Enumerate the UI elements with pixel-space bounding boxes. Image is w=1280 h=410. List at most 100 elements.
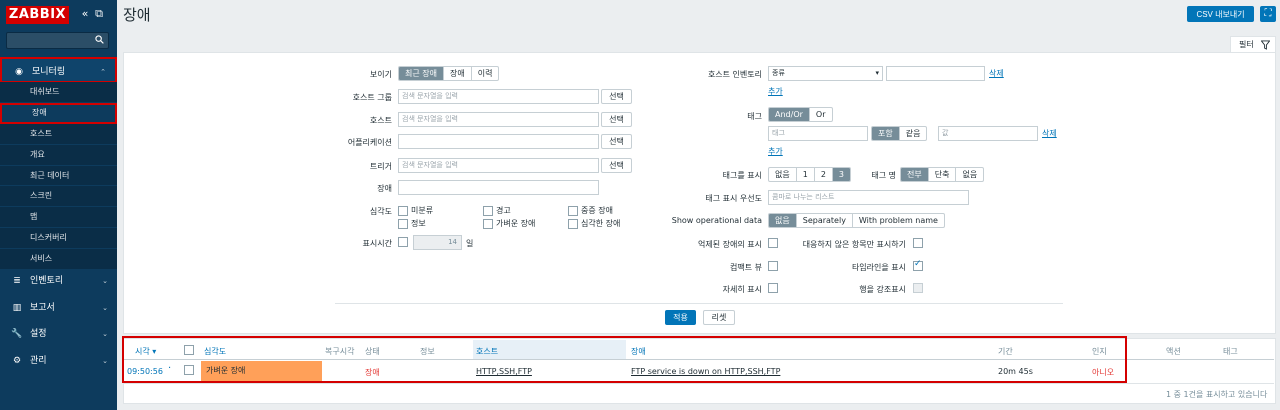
unack-checkbox[interactable] <box>913 238 923 248</box>
nav-reports[interactable]: ▥ 보고서 ⌄ <box>0 295 117 321</box>
nav-label: 인벤토리 <box>30 276 64 286</box>
severity-checkbox-high[interactable] <box>568 206 578 216</box>
tag-priority-input[interactable]: 콤마로 나누는 리스트 <box>768 190 969 205</box>
op-data-separately[interactable]: Separately <box>797 214 853 227</box>
submenu-screens[interactable]: 스크린 <box>0 186 117 208</box>
submenu-discovery[interactable]: 디스커버리 <box>0 228 117 250</box>
table-footer: 1 중 1건을 표시하고 있습니다 <box>1166 390 1268 399</box>
show-tags-none[interactable]: 없음 <box>769 168 797 181</box>
problem-label: 장애 <box>377 184 392 193</box>
problem-input[interactable] <box>398 180 599 195</box>
age-checkbox[interactable] <box>398 237 408 247</box>
age-days-input[interactable]: 14 <box>413 235 462 250</box>
nav-label: 보고서 <box>30 303 55 313</box>
gear-icon: ⚙ <box>12 356 22 366</box>
show-option-problems[interactable]: 장애 <box>444 67 472 80</box>
host-group-select-button[interactable]: 선택 <box>601 89 632 104</box>
submenu-dashboard[interactable]: 대쉬보드 <box>0 82 117 103</box>
nav-monitoring[interactable]: ◉ 모니터링 ⌃ <box>0 57 117 83</box>
submenu-latest-data[interactable]: 최근 데이터 <box>0 166 117 187</box>
filter-tab-label: 필터 <box>1239 40 1254 49</box>
submenu-overview[interactable]: 개요 <box>0 145 117 166</box>
compact-checkbox[interactable] <box>768 261 778 271</box>
tag-name-label: 태그 명 <box>871 171 896 180</box>
page-title: 장애 <box>123 6 151 24</box>
tag-name-short[interactable]: 단축 <box>929 168 957 181</box>
monitoring-submenu: 대쉬보드 장애 호스트 개요 최근 데이터 스크린 맵 디스커버리 서비스 <box>0 82 117 271</box>
severity-checkbox-average[interactable] <box>483 219 493 229</box>
highlight-checkbox[interactable] <box>913 283 923 293</box>
collapse-icon[interactable]: « <box>78 7 92 20</box>
show-tags-segmented[interactable]: 없음 1 2 3 <box>768 167 852 182</box>
op-data-label: Show operational data <box>671 216 762 225</box>
trigger-label: 트리거 <box>369 162 392 171</box>
tag-add-link[interactable]: 추가 <box>768 146 783 157</box>
tag-match-contains[interactable]: 포함 <box>872 127 900 140</box>
filter-tab[interactable]: 필터 <box>1230 36 1276 53</box>
host-select-button[interactable]: 선택 <box>601 112 632 127</box>
chart-icon: ▥ <box>12 303 22 313</box>
tag-match-equals[interactable]: 같음 <box>900 127 927 140</box>
submenu-services[interactable]: 서비스 <box>0 249 117 271</box>
reset-button[interactable]: 리셋 <box>703 310 735 325</box>
kiosk-icon[interactable]: ⧉ <box>92 7 106 21</box>
inventory-remove-link[interactable]: 삭제 <box>989 68 1004 79</box>
application-input[interactable] <box>398 134 599 149</box>
nav-configuration[interactable]: 🔧 설정 ⌄ <box>0 321 117 347</box>
application-select-button[interactable]: 선택 <box>601 134 632 149</box>
submenu-problems[interactable]: 장애 <box>0 102 117 124</box>
th-tags: 태그 <box>1223 347 1238 356</box>
apply-button[interactable]: 적용 <box>665 310 696 325</box>
severity-warning-label: 경고 <box>496 206 511 215</box>
filter-divider <box>335 303 1063 304</box>
submenu-maps[interactable]: 맵 <box>0 207 117 229</box>
chevron-down-icon: ⌄ <box>102 304 108 312</box>
host-group-label: 호스트 그룹 <box>352 93 392 102</box>
tags-operator-segmented[interactable]: And/Or Or <box>768 107 833 122</box>
severity-checkbox-information[interactable] <box>398 219 408 229</box>
host-input[interactable]: 검색 문자열을 입력 <box>398 112 599 127</box>
tag-value-input[interactable]: 값 <box>938 126 1038 141</box>
tag-match-segmented[interactable]: 포함 같음 <box>871 126 928 141</box>
op-data-none[interactable]: 없음 <box>769 214 797 227</box>
wrench-icon: 🔧 <box>11 329 23 339</box>
timeline-checkbox[interactable] <box>913 259 923 271</box>
nav-inventory[interactable]: ≣ 인벤토리 ⌄ <box>0 268 117 294</box>
host-group-input[interactable]: 검색 문자열을 입력 <box>398 89 599 104</box>
show-option-recent[interactable]: 최근 장애 <box>399 67 444 80</box>
inventory-add-link[interactable]: 추가 <box>768 86 783 97</box>
details-checkbox[interactable] <box>768 283 778 293</box>
trigger-input[interactable]: 검색 문자열을 입력 <box>398 158 599 173</box>
tag-name-none[interactable]: 없음 <box>956 168 983 181</box>
severity-checkbox-warning[interactable] <box>483 206 493 216</box>
tag-name-segmented[interactable]: 전부 단축 없음 <box>900 167 985 182</box>
trigger-select-button[interactable]: 선택 <box>601 158 632 173</box>
op-data-with-name[interactable]: With problem name <box>853 214 944 227</box>
show-tags-3[interactable]: 3 <box>832 168 851 181</box>
show-segmented[interactable]: 최근 장애 장애 이력 <box>398 66 500 81</box>
chevron-down-icon: ⌄ <box>102 357 108 365</box>
suppressed-checkbox[interactable] <box>768 238 778 248</box>
severity-checkbox-disaster[interactable] <box>568 219 578 229</box>
zabbix-logo[interactable]: ZABBIX <box>6 6 69 24</box>
search-icon[interactable] <box>95 35 104 44</box>
inventory-field-select[interactable]: 종류 ▾ <box>768 66 883 81</box>
csv-export-button[interactable]: CSV 내보내기 <box>1187 6 1254 22</box>
show-option-history[interactable]: 이력 <box>472 67 499 80</box>
fullscreen-icon[interactable]: ⛶ <box>1260 6 1276 22</box>
tags-and-or[interactable]: And/Or <box>769 108 810 121</box>
tag-name-input[interactable]: 태그 <box>768 126 868 141</box>
severity-checkbox-not-classified[interactable] <box>398 206 408 216</box>
inventory-label: 호스트 인벤토리 <box>707 70 762 79</box>
show-tags-1[interactable]: 1 <box>797 168 815 181</box>
submenu-hosts[interactable]: 호스트 <box>0 124 117 145</box>
inventory-value-input[interactable] <box>886 66 985 81</box>
tags-or[interactable]: Or <box>810 108 832 121</box>
tag-name-full[interactable]: 전부 <box>901 168 929 181</box>
nav-administration[interactable]: ⚙ 관리 ⌄ <box>0 348 117 374</box>
show-tags-2[interactable]: 2 <box>815 168 833 181</box>
op-data-segmented[interactable]: 없음 Separately With problem name <box>768 213 945 228</box>
tag-remove-link[interactable]: 삭제 <box>1042 128 1057 139</box>
sidebar-search-input[interactable] <box>6 32 109 49</box>
row-divider <box>124 383 1274 384</box>
